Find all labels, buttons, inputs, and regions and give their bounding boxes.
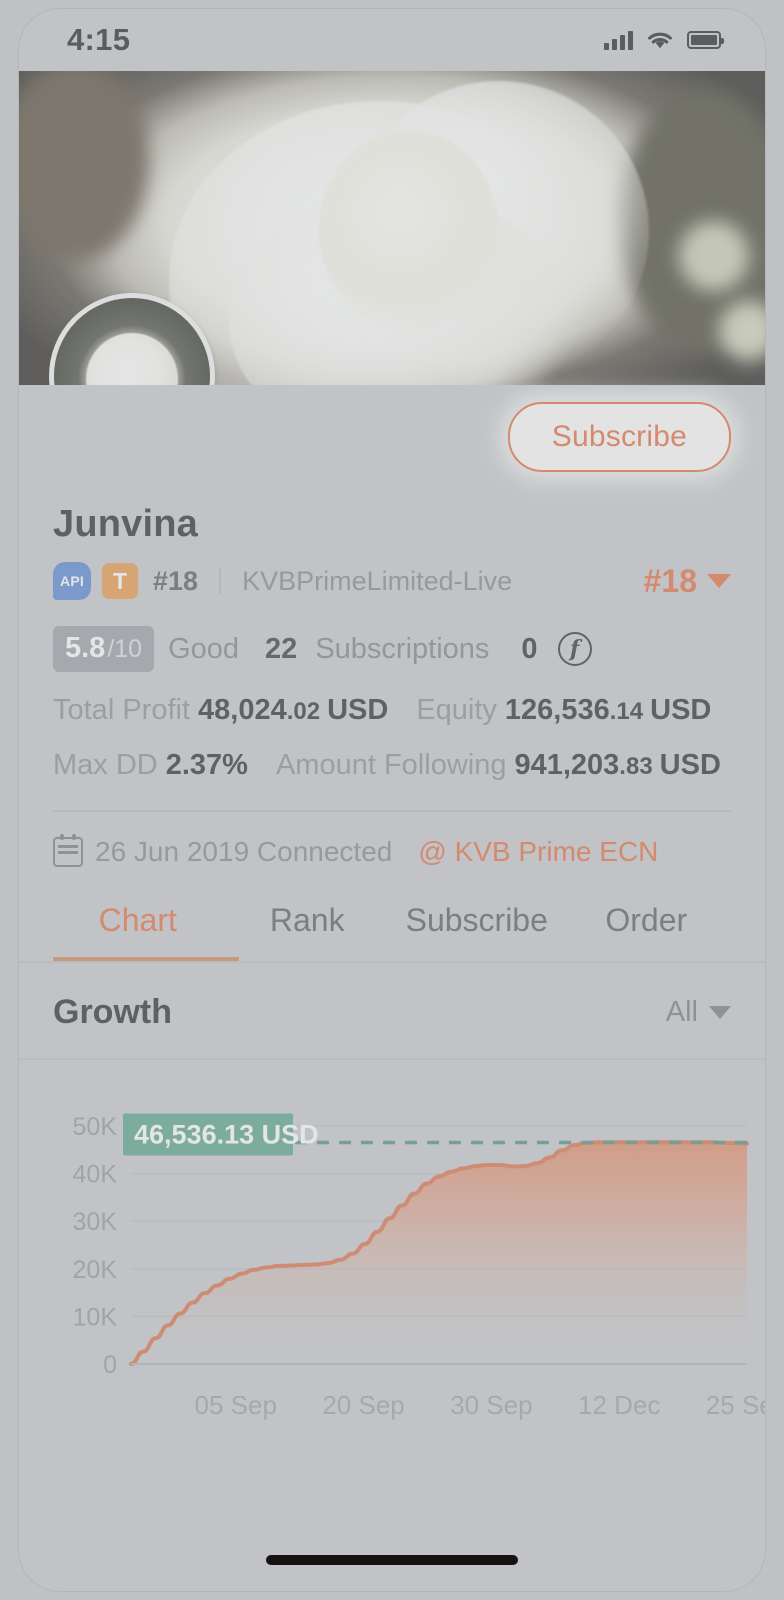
svg-text:50K: 50K (73, 1113, 118, 1141)
api-badge: API (53, 562, 91, 600)
status-bar-clock: 4:15 (67, 22, 131, 57)
svg-text:05 Sep: 05 Sep (195, 1390, 277, 1420)
battery-full-icon (687, 31, 724, 49)
growth-divider (19, 1058, 765, 1060)
meta-left-group: API T #18 KVBPrimeLimited-Live (53, 562, 512, 600)
max-dd-value: 2.37% (165, 749, 248, 781)
cellular-bars-icon (604, 30, 633, 50)
account-name: KVBPrimeLimited-Live (242, 565, 513, 596)
meta-row: API T #18 KVBPrimeLimited-Live #18 (53, 562, 731, 600)
growth-title: Growth (53, 993, 172, 1031)
growth-chart-svg: 50K 40K 30K 20K 10K 0 46,536.13 USD 05 Sep 20 … (73, 1113, 766, 1420)
meta-divider (219, 568, 222, 594)
total-profit-value: 48,024.02 USD (198, 694, 389, 726)
max-dd-label: Max DD (53, 749, 158, 781)
amount-following-value: 941,203.83 USD (514, 749, 721, 781)
score-max: /10 (107, 635, 143, 663)
status-bar: 4:15 (19, 9, 765, 71)
score-value: 5.8 (65, 632, 106, 664)
type-badge: T (102, 563, 138, 599)
svg-text:25 Sep: 25 Sep (706, 1390, 766, 1420)
score-label: Good (168, 632, 240, 665)
connected-row: 26 Jun 2019 Connected @ KVB Prime ECN (53, 834, 731, 868)
florin-circle-icon: f (557, 632, 592, 666)
tab-active-indicator (53, 957, 239, 961)
profile-section: Subscribe Junvina API T #18 KVBPrimeLimi… (19, 385, 765, 961)
svg-text:12 Dec: 12 Dec (578, 1390, 660, 1420)
cover-photo (19, 71, 765, 385)
subscribe-button[interactable]: Subscribe (507, 402, 731, 472)
tab-subscribe[interactable]: Subscribe (392, 902, 562, 939)
svg-text:20 Sep: 20 Sep (322, 1390, 404, 1420)
stat-line-dd-following: Max DD 2.37% Amount Following 941,203.83… (53, 749, 731, 782)
coin-count: 0 (521, 632, 538, 665)
status-bar-icons (604, 29, 724, 51)
calendar-icon (53, 834, 83, 867)
chart-y-axis-labels: 50K 40K 30K 20K 10K 0 (73, 1113, 118, 1379)
section-divider (53, 810, 731, 812)
wifi-icon (648, 32, 672, 49)
svg-text:20K: 20K (73, 1256, 118, 1284)
app-screen: 4:15 Subscribe Junvina API T #18 KVBPrim… (18, 8, 766, 1592)
subscriptions-count: 22 (265, 632, 298, 665)
score-badge: 5.8 /10 (53, 626, 155, 672)
growth-chart[interactable]: 50K 40K 30K 20K 10K 0 46,536.13 USD 05 Sep 20 … (19, 1096, 765, 1426)
chevron-down-icon (707, 574, 731, 588)
svg-text:30K: 30K (73, 1208, 118, 1236)
amount-following-label: Amount Following (275, 749, 507, 781)
chart-x-axis-labels: 05 Sep 20 Sep 30 Sep 12 Dec 25 Sep (195, 1390, 766, 1420)
equity-label: Equity (416, 694, 497, 726)
home-indicator (266, 1555, 518, 1565)
subscriptions-label: Subscriptions (315, 632, 490, 665)
stat-line-profit-equity: Total Profit 48,024.02 USD Equity 126,536… (53, 694, 731, 727)
chart-annotation-label: 46,536.13 USD (134, 1119, 319, 1149)
broker-link[interactable]: @ KVB Prime ECN (418, 836, 658, 868)
tab-rank[interactable]: Rank (223, 902, 393, 939)
rank-dropdown-label: #18 (643, 562, 697, 599)
equity-value: 126,536.14 USD (504, 694, 712, 726)
range-dropdown-label: All (665, 996, 698, 1028)
total-profit-label: Total Profit (53, 694, 190, 726)
range-dropdown[interactable]: All (666, 996, 731, 1029)
phone-frame: 4:15 Subscribe Junvina API T #18 KVBPrim… (0, 0, 784, 1600)
chevron-down-icon (709, 1006, 731, 1019)
svg-text:10K: 10K (73, 1303, 118, 1331)
svg-text:0: 0 (103, 1351, 117, 1379)
tab-order[interactable]: Order (562, 902, 732, 939)
tab-chart[interactable]: Chart (53, 902, 223, 939)
avatar-image (86, 333, 178, 385)
tab-bar: Chart Rank Subscribe Order (53, 902, 731, 961)
page-title: Junvina (53, 503, 198, 545)
score-row: 5.8 /10 Good 22 Subscriptions 0 f (53, 626, 731, 672)
growth-header: Growth All (19, 963, 765, 1058)
rank-dropdown[interactable]: #18 (644, 563, 731, 600)
connected-date-text: 26 Jun 2019 Connected (95, 836, 393, 867)
subscribe-row: Subscribe (53, 385, 731, 489)
name-row: Junvina (53, 503, 731, 546)
inline-rank: #18 (153, 565, 199, 596)
svg-text:30 Sep: 30 Sep (450, 1390, 532, 1420)
svg-text:40K: 40K (73, 1161, 118, 1189)
